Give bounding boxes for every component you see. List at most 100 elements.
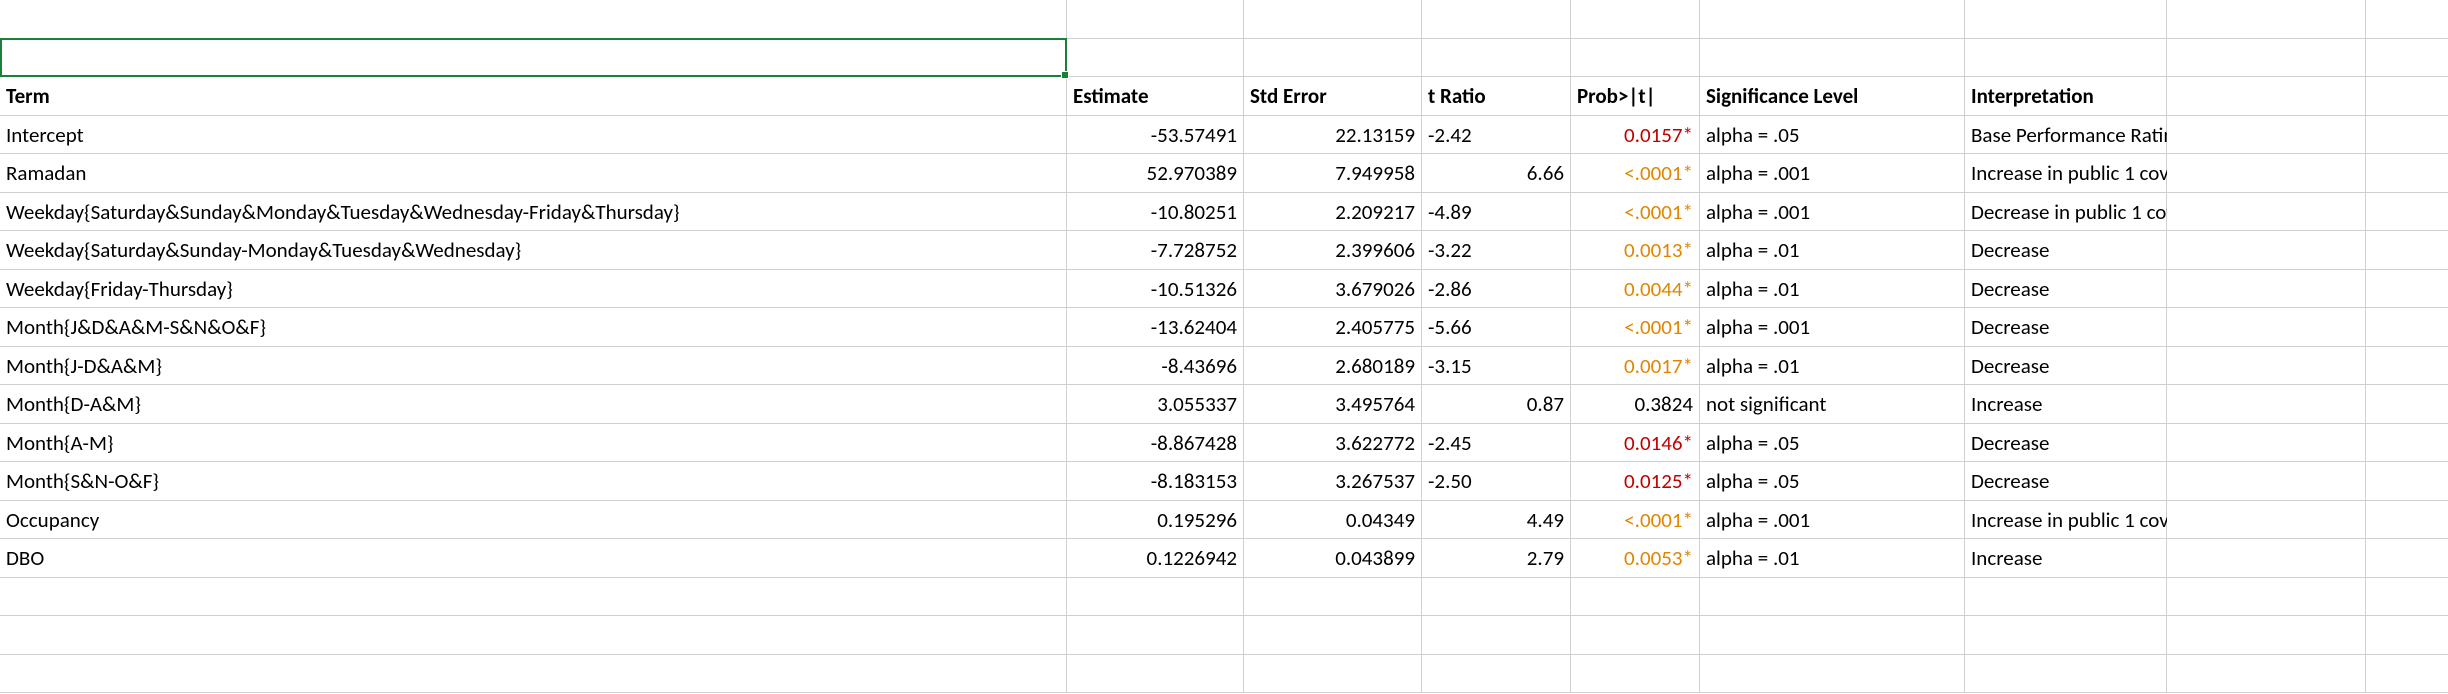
tratio-cell[interactable]: -2.45: [1422, 424, 1571, 463]
blank-cell[interactable]: [2366, 501, 2448, 540]
blank-cell[interactable]: [1965, 655, 2167, 694]
prob-cell[interactable]: <.0001*: [1571, 154, 1700, 193]
estimate-cell[interactable]: 0.195296: [1067, 501, 1244, 540]
col-header-interp[interactable]: Interpretation: [1965, 77, 2167, 116]
term-cell[interactable]: Intercept: [0, 116, 1067, 155]
blank-cell[interactable]: [2167, 539, 2366, 578]
blank-cell[interactable]: [2167, 154, 2366, 193]
blank-cell[interactable]: [0, 578, 1067, 617]
blank-cell[interactable]: [1965, 39, 2167, 78]
interp-cell[interactable]: Base Performance Rating: [1965, 116, 2167, 155]
term-cell[interactable]: Month{S&N-O&F}: [0, 462, 1067, 501]
interp-cell[interactable]: Decrease: [1965, 308, 2167, 347]
blank-cell[interactable]: [2167, 655, 2366, 694]
blank-cell[interactable]: [2167, 616, 2366, 655]
blank-cell[interactable]: [2366, 462, 2448, 501]
sig-cell[interactable]: alpha = .001: [1700, 193, 1965, 232]
prob-cell[interactable]: 0.0044*: [1571, 270, 1700, 309]
blank-cell[interactable]: [2366, 0, 2448, 39]
blank-cell[interactable]: [1422, 0, 1571, 39]
blank-cell[interactable]: [2167, 0, 2366, 39]
blank-cell[interactable]: [1571, 39, 1700, 78]
term-cell[interactable]: Month{J-D&A&M}: [0, 347, 1067, 386]
blank-cell[interactable]: [1422, 655, 1571, 694]
stderr-cell[interactable]: 0.043899: [1244, 539, 1422, 578]
blank-cell[interactable]: [2366, 347, 2448, 386]
blank-cell[interactable]: [1067, 655, 1244, 694]
prob-cell[interactable]: 0.0125*: [1571, 462, 1700, 501]
interp-cell[interactable]: Decrease: [1965, 347, 2167, 386]
stderr-cell[interactable]: 2.399606: [1244, 231, 1422, 270]
estimate-cell[interactable]: 0.1226942: [1067, 539, 1244, 578]
blank-cell[interactable]: [2167, 39, 2366, 78]
stderr-cell[interactable]: 3.622772: [1244, 424, 1422, 463]
blank-cell[interactable]: [0, 0, 1067, 39]
estimate-cell[interactable]: -8.867428: [1067, 424, 1244, 463]
interp-cell[interactable]: Decrease: [1965, 462, 2167, 501]
tratio-cell[interactable]: -3.15: [1422, 347, 1571, 386]
prob-cell[interactable]: <.0001*: [1571, 193, 1700, 232]
prob-cell[interactable]: 0.0157*: [1571, 116, 1700, 155]
blank-cell[interactable]: [1700, 616, 1965, 655]
blank-cell[interactable]: [1965, 578, 2167, 617]
term-cell[interactable]: Ramadan: [0, 154, 1067, 193]
blank-cell[interactable]: [2167, 578, 2366, 617]
tratio-cell[interactable]: -2.50: [1422, 462, 1571, 501]
blank-cell[interactable]: [2366, 193, 2448, 232]
estimate-cell[interactable]: -13.62404: [1067, 308, 1244, 347]
blank-cell[interactable]: [2167, 308, 2366, 347]
blank-cell[interactable]: [1422, 578, 1571, 617]
interp-cell[interactable]: Decrease: [1965, 270, 2167, 309]
interp-cell[interactable]: Increase in public 1 covers: [1965, 501, 2167, 540]
blank-cell[interactable]: [2366, 231, 2448, 270]
blank-cell[interactable]: [2366, 39, 2448, 78]
blank-cell[interactable]: [2366, 616, 2448, 655]
term-cell[interactable]: DBO: [0, 539, 1067, 578]
prob-cell[interactable]: 0.0013*: [1571, 231, 1700, 270]
prob-cell[interactable]: <.0001*: [1571, 501, 1700, 540]
sig-cell[interactable]: alpha = .01: [1700, 231, 1965, 270]
tratio-cell[interactable]: -5.66: [1422, 308, 1571, 347]
col-header-term[interactable]: Term: [0, 77, 1067, 116]
blank-cell[interactable]: [1422, 616, 1571, 655]
tratio-cell[interactable]: -3.22: [1422, 231, 1571, 270]
blank-cell[interactable]: [2167, 424, 2366, 463]
blank-cell[interactable]: [2366, 424, 2448, 463]
blank-cell[interactable]: [2366, 308, 2448, 347]
stderr-cell[interactable]: 22.13159: [1244, 116, 1422, 155]
blank-cell[interactable]: [1700, 655, 1965, 694]
stderr-cell[interactable]: 3.495764: [1244, 385, 1422, 424]
interp-cell[interactable]: Decrease: [1965, 231, 2167, 270]
blank-cell[interactable]: [2366, 385, 2448, 424]
sig-cell[interactable]: alpha = .001: [1700, 501, 1965, 540]
blank-cell[interactable]: [2167, 385, 2366, 424]
tratio-cell[interactable]: 6.66: [1422, 154, 1571, 193]
sig-cell[interactable]: alpha = .001: [1700, 154, 1965, 193]
blank-cell[interactable]: [2167, 501, 2366, 540]
term-cell[interactable]: Month{D-A&M}: [0, 385, 1067, 424]
col-header-prob[interactable]: Prob>|t|: [1571, 77, 1700, 116]
blank-cell[interactable]: [1244, 655, 1422, 694]
blank-cell[interactable]: [1965, 616, 2167, 655]
blank-cell[interactable]: [0, 39, 1067, 78]
tratio-cell[interactable]: -2.42: [1422, 116, 1571, 155]
blank-cell[interactable]: [2366, 154, 2448, 193]
interp-cell[interactable]: Increase in public 1 covers during Ramad…: [1965, 154, 2167, 193]
blank-cell[interactable]: [2167, 116, 2366, 155]
blank-cell[interactable]: [2366, 578, 2448, 617]
estimate-cell[interactable]: 52.970389: [1067, 154, 1244, 193]
stderr-cell[interactable]: 2.680189: [1244, 347, 1422, 386]
prob-cell[interactable]: 0.0053*: [1571, 539, 1700, 578]
tratio-cell[interactable]: 2.79: [1422, 539, 1571, 578]
blank-cell[interactable]: [1244, 578, 1422, 617]
col-header-estimate[interactable]: Estimate: [1067, 77, 1244, 116]
sig-cell[interactable]: alpha = .05: [1700, 462, 1965, 501]
blank-cell[interactable]: [2366, 77, 2448, 116]
blank-cell[interactable]: [2167, 462, 2366, 501]
interp-cell[interactable]: Increase: [1965, 385, 2167, 424]
tratio-cell[interactable]: -4.89: [1422, 193, 1571, 232]
blank-cell[interactable]: [2167, 231, 2366, 270]
blank-cell[interactable]: [1067, 578, 1244, 617]
interp-cell[interactable]: Decrease in public 1 covers during weekd…: [1965, 193, 2167, 232]
blank-cell[interactable]: [1067, 0, 1244, 39]
